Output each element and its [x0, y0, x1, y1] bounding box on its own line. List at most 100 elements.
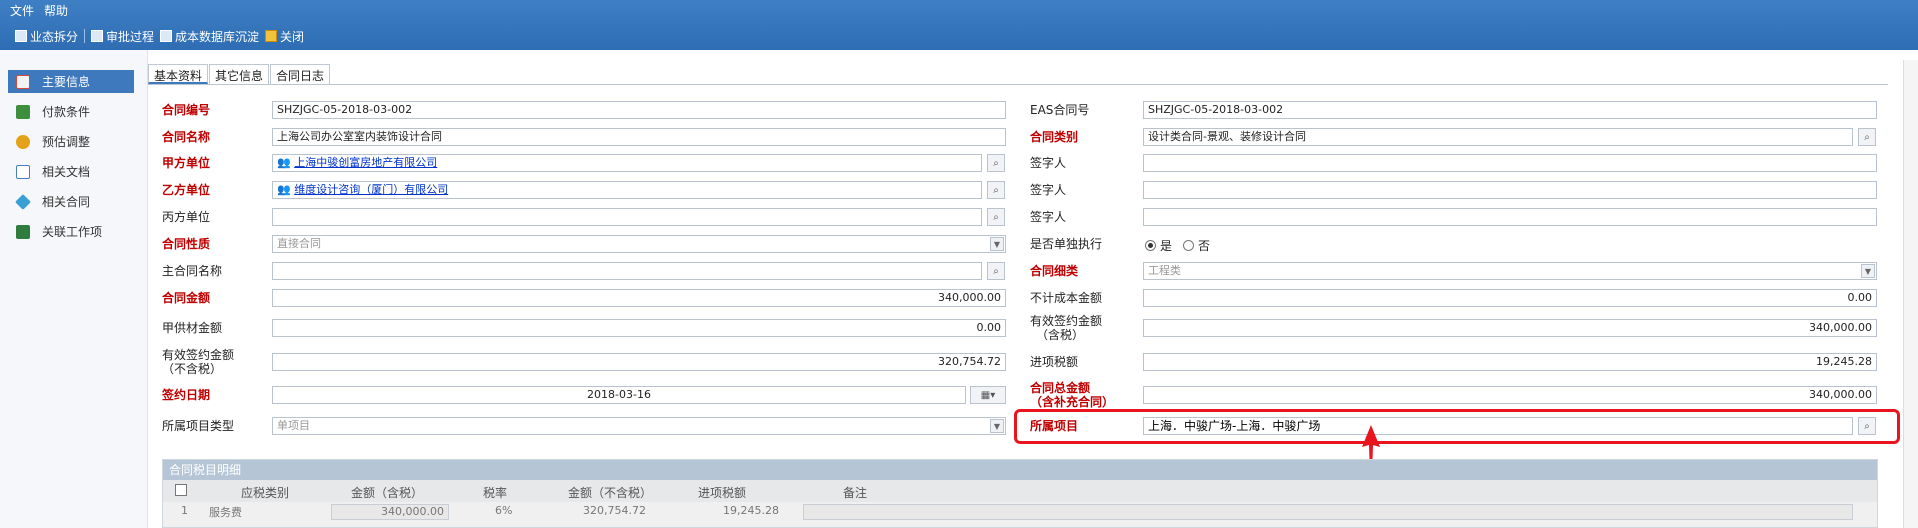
tab-other-info[interactable]: 其它信息 [209, 64, 270, 84]
column-header: 金额（含税） [351, 486, 424, 500]
payment-icon [16, 104, 30, 119]
calendar-icon: ▦▾ [980, 389, 996, 401]
radio-yes-label: 是 [1160, 239, 1173, 253]
row-number: 1 [181, 504, 188, 517]
tax-detail-panel: 合同税目明细 应税类别 金额（含税） 税率 金额（不含税） 进项税额 备注 1 … [162, 459, 1878, 528]
sidebar-item-related-docs[interactable]: 相关文档 [8, 160, 134, 183]
nature-select[interactable]: 直接合同 [272, 235, 1006, 253]
signer1-label: 签字人 [1030, 156, 1067, 170]
approval-button[interactable]: 审批过程 [88, 28, 157, 45]
tab-contract-log[interactable]: 合同日志 [270, 64, 331, 84]
menu-file[interactable]: 文件 [10, 2, 34, 18]
cost-database-label: 成本数据库沉淀 [175, 29, 260, 44]
user-icon: 👥 [277, 183, 291, 196]
project-type-label: 所属项目类型 [162, 419, 235, 433]
vertical-scrollbar[interactable] [1903, 60, 1918, 528]
row-remark[interactable] [803, 504, 1853, 520]
sidebar-item-label: 主要信息 [42, 75, 91, 89]
eff-notax-label: 有效签约金额 （不含税） [162, 348, 234, 376]
column-header: 进项税额 [698, 486, 747, 500]
sign-date-field[interactable]: 2018-03-16 [272, 386, 966, 404]
contract-category-search-button[interactable]: ⌕ [1858, 128, 1876, 146]
sidebar-item-payment-terms[interactable]: 付款条件 [8, 100, 134, 123]
input-tax-field[interactable]: 19,245.28 [1143, 353, 1877, 371]
eff-notax-label-line1: 有效签约金额 [162, 348, 235, 362]
close-button[interactable]: 关闭 [262, 28, 307, 45]
eff-notax-label-line2: （不含税） [162, 362, 223, 376]
party-a-label: 甲方单位 [162, 156, 211, 170]
supply-label: 甲供材金额 [162, 321, 223, 335]
signer2-field[interactable] [1143, 181, 1877, 199]
amount-label: 合同金额 [162, 291, 211, 305]
search-icon: ⌕ [993, 265, 999, 277]
subtype-select[interactable]: 工程类 [1143, 262, 1877, 280]
chevron-down-icon[interactable]: ▼ [990, 419, 1004, 433]
coins-icon [16, 134, 30, 149]
sidebar-item-related-contracts[interactable]: 相关合同 [8, 190, 134, 213]
main-contract-search-button[interactable]: ⌕ [987, 262, 1005, 280]
signer1-field[interactable] [1143, 154, 1877, 172]
sidebar-item-estimate-adjust[interactable]: 预估调整 [8, 130, 134, 153]
sidebar-item-label: 付款条件 [42, 105, 91, 119]
calendar-button[interactable]: ▦▾ [970, 386, 1006, 404]
tax-detail-title: 合同税目明细 [163, 460, 1877, 480]
total-field[interactable]: 340,000.00 [1143, 386, 1877, 404]
eas-no-label: EAS合同号 [1030, 103, 1090, 117]
party-b-link[interactable]: 维度设计咨询（厦门）有限公司 [294, 183, 448, 196]
party-b-field[interactable]: 👥 维度设计咨询（厦门）有限公司 [272, 181, 982, 199]
noncost-field[interactable]: 0.00 [1143, 289, 1877, 307]
total-label-line1: 合同总金额 [1030, 381, 1091, 395]
column-header: 税率 [483, 486, 508, 500]
party-a-field[interactable]: 👥 上海中骏创富房地产有限公司 [272, 154, 982, 172]
radio-no[interactable]: 否 [1183, 237, 1210, 254]
database-icon [160, 30, 173, 42]
cost-database-button[interactable]: 成本数据库沉淀 [157, 28, 262, 45]
radio-yes[interactable]: 是 [1145, 237, 1172, 254]
contract-category-field[interactable]: 设计类合同-景观、装修设计合同 [1143, 128, 1853, 146]
row-type: 服务费 [209, 506, 242, 519]
contract-no-field[interactable]: SHZJGC-05-2018-03-002 [272, 101, 1006, 119]
party-a-link[interactable]: 上海中骏创富房地产有限公司 [294, 156, 437, 169]
tab-divider [148, 84, 1888, 85]
contract-name-field[interactable]: 上海公司办公室室内装饰设计合同 [272, 128, 1006, 146]
table-row[interactable]: 1 服务费 340,000.00 6% 320,754.72 19,245.28 [163, 502, 1877, 522]
split-label: 业态拆分 [30, 29, 79, 44]
split-icon [15, 30, 27, 42]
main-contract-field[interactable] [272, 262, 982, 280]
approval-icon [91, 30, 104, 42]
input-tax-label: 进项税额 [1030, 355, 1079, 369]
sidebar-item-main-info[interactable]: 主要信息 [8, 70, 134, 93]
eff-tax-field[interactable]: 340,000.00 [1143, 319, 1877, 337]
menu-bar: 文件 帮助 [10, 2, 68, 18]
row-amount-tax[interactable]: 340,000.00 [331, 504, 449, 520]
tab-basic-info[interactable]: 基本资料 [148, 64, 209, 84]
search-icon: ⌕ [993, 211, 999, 223]
signer3-field[interactable] [1143, 208, 1877, 226]
amount-field[interactable]: 340,000.00 [272, 289, 1006, 307]
sidebar-item-linked-work[interactable]: 关联工作项 [8, 220, 134, 243]
chevron-down-icon[interactable]: ▼ [1861, 264, 1875, 278]
tax-detail-header: 应税类别 金额（含税） 税率 金额（不含税） 进项税额 备注 [163, 480, 1877, 502]
toolbar: 业态拆分 审批过程 成本数据库沉淀 关闭 [12, 26, 307, 46]
select-all-checkbox[interactable] [175, 484, 187, 496]
contract-name-label: 合同名称 [162, 130, 211, 144]
party-c-field[interactable] [272, 208, 982, 226]
sidebar-item-label: 关联工作项 [42, 225, 103, 239]
noncost-label: 不计成本金额 [1030, 291, 1103, 305]
chevron-down-icon[interactable]: ▼ [990, 237, 1004, 251]
eff-tax-label-line1: 有效签约金额 [1030, 314, 1103, 328]
close-icon [265, 30, 278, 42]
party-a-search-button[interactable]: ⌕ [987, 154, 1005, 172]
separate-exec-label: 是否单独执行 [1030, 237, 1103, 251]
eas-no-field[interactable]: SHZJGC-05-2018-03-002 [1143, 101, 1877, 119]
sidebar-item-label: 相关合同 [42, 195, 91, 209]
supply-field[interactable]: 0.00 [272, 319, 1006, 337]
split-button[interactable]: 业态拆分 [12, 28, 81, 45]
eff-notax-field[interactable]: 320,754.72 [272, 353, 1006, 371]
workitem-icon [16, 224, 30, 239]
sidebar-item-label: 预估调整 [42, 135, 91, 149]
party-b-search-button[interactable]: ⌕ [987, 181, 1005, 199]
project-type-select[interactable]: 单项目 [272, 417, 1006, 435]
party-c-search-button[interactable]: ⌕ [987, 208, 1005, 226]
menu-help[interactable]: 帮助 [44, 2, 68, 18]
